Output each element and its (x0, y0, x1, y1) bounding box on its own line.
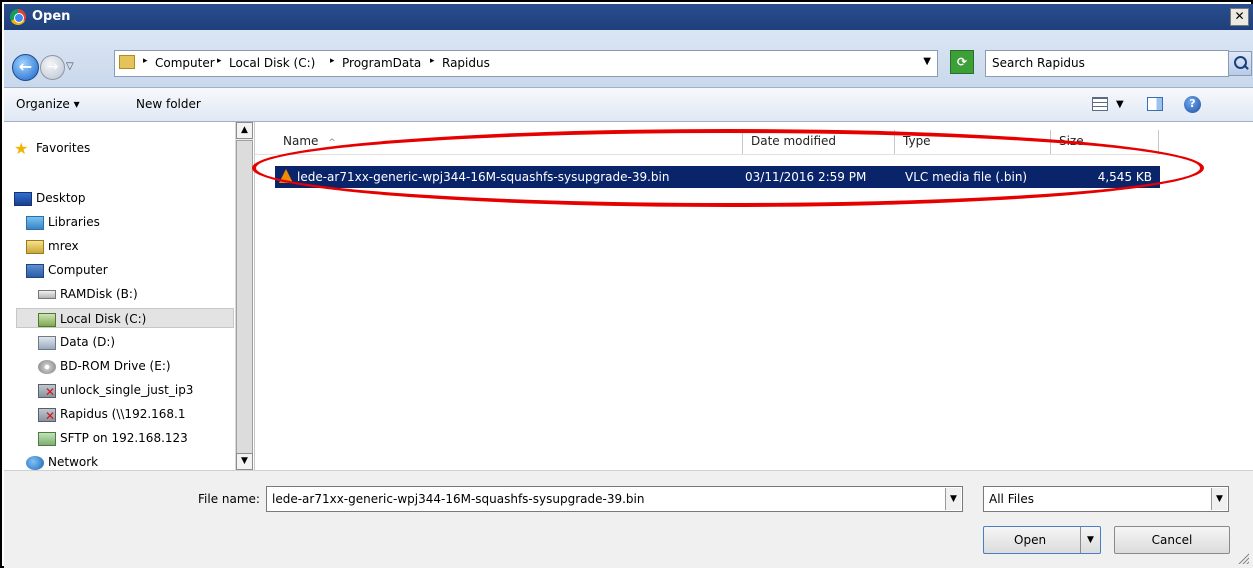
column-header-name[interactable]: Name ^ (275, 130, 743, 154)
scroll-thumb[interactable] (236, 140, 253, 460)
chrome-icon (10, 9, 26, 25)
filename-field[interactable]: lede-ar71xx-generic-wpj344-16M-squashfs-… (266, 486, 963, 512)
column-header-size[interactable]: Size (1051, 130, 1159, 154)
filter-value: All Files (989, 492, 1035, 506)
preview-pane-icon[interactable] (1147, 97, 1163, 111)
local-disk-icon (38, 312, 56, 327)
file-size: 4,545 KB (1097, 170, 1152, 184)
chevron-down-icon[interactable]: ▼ (945, 488, 961, 510)
back-button[interactable]: ← (12, 54, 39, 81)
forward-button[interactable]: → (40, 55, 65, 80)
nav-item-network[interactable]: Network (26, 452, 98, 472)
navigation-pane: ★ Favorites Desktop Libraries mrex Comput… (4, 122, 235, 470)
file-selection-panel: File name: lede-ar71xx-generic-wpj344-16… (4, 470, 1253, 568)
command-bar: Organize ▾ New folder ▼ ? (4, 88, 1253, 122)
network-icon (26, 455, 44, 470)
nav-item-rapidus-share[interactable]: Rapidus (\\192.168.1 (38, 404, 186, 426)
network-drive-icon (38, 431, 56, 446)
data-drive-icon (38, 335, 56, 350)
disconnected-network-drive-icon (38, 382, 56, 402)
nav-scrollbar[interactable]: ▲ ▼ (235, 122, 253, 470)
open-button[interactable]: Open ▼ (983, 526, 1101, 554)
folder-icon (119, 55, 135, 69)
user-folder-icon (26, 239, 44, 254)
refresh-button[interactable]: ⟳ (950, 50, 974, 74)
filename-value: lede-ar71xx-generic-wpj344-16M-squashfs-… (272, 492, 645, 506)
breadcrumb-programdata[interactable]: ProgramData (342, 56, 421, 70)
breadcrumb-computer[interactable]: Computer (155, 56, 215, 70)
file-name: lede-ar71xx-generic-wpj344-16M-squashfs-… (297, 170, 670, 184)
chevron-right-icon[interactable]: ▸ (217, 56, 222, 66)
title-bar[interactable]: Open ✕ (4, 4, 1253, 30)
computer-icon (26, 263, 44, 278)
organize-button[interactable]: Organize ▾ (16, 97, 80, 111)
new-folder-button[interactable]: New folder (136, 97, 201, 111)
breadcrumb-local-disk[interactable]: Local Disk (C:) (229, 56, 315, 70)
nav-item-ramdisk[interactable]: RAMDisk (B:) (38, 284, 138, 304)
open-button-label: Open (1014, 533, 1047, 547)
address-row: ← → ▽ ▸ Computer ▸ Local Disk (C:) ▸ Pro… (4, 30, 1253, 88)
chevron-down-icon[interactable]: ▼ (1080, 527, 1100, 553)
table-row[interactable]: lede-ar71xx-generic-wpj344-16M-squashfs-… (275, 166, 1160, 188)
nav-item-mrex[interactable]: mrex (26, 236, 79, 256)
nav-item-desktop[interactable]: Desktop (14, 188, 86, 208)
nav-item-bd-rom[interactable]: BD-ROM Drive (E:) (38, 356, 171, 376)
scroll-up-icon[interactable]: ▲ (236, 122, 253, 139)
file-type: VLC media file (.bin) (905, 170, 1028, 184)
file-date: 03/11/2016 2:59 PM (745, 170, 867, 184)
chevron-right-icon[interactable]: ▸ (330, 56, 335, 66)
nav-item-data-drive[interactable]: Data (D:) (38, 332, 115, 352)
search-placeholder: Search Rapidus (992, 56, 1085, 70)
search-icon[interactable] (1228, 51, 1252, 76)
column-header-type[interactable]: Type (895, 130, 1051, 154)
chevron-down-icon[interactable]: ▼ (1211, 488, 1227, 510)
column-header-date[interactable]: Date modified (743, 130, 895, 154)
file-type-filter[interactable]: All Files ▼ (983, 486, 1229, 512)
star-icon: ★ (14, 138, 29, 158)
chevron-down-icon[interactable]: ▼ (923, 56, 931, 67)
nav-item-favorites[interactable]: ★ Favorites (14, 138, 90, 158)
nav-item-computer[interactable]: Computer (26, 260, 108, 280)
header-divider (255, 154, 1160, 155)
recent-pages-dropdown[interactable]: ▽ (66, 61, 74, 72)
desktop-icon (14, 191, 32, 206)
vlc-icon (279, 169, 293, 183)
nav-item-sftp[interactable]: SFTP on 192.168.123 (38, 428, 188, 448)
filename-label: File name: (198, 492, 260, 506)
libraries-icon (26, 215, 44, 230)
open-dialog: Open ✕ ← → ▽ ▸ Computer ▸ Local Disk (C:… (0, 0, 1253, 568)
cdrom-icon (38, 359, 56, 374)
window-title: Open (32, 9, 71, 24)
drive-icon (38, 290, 56, 299)
chevron-down-icon[interactable]: ▼ (1116, 99, 1124, 110)
cancel-button[interactable]: Cancel (1114, 526, 1230, 554)
address-bar[interactable]: ▸ Computer ▸ Local Disk (C:) ▸ ProgramDa… (114, 50, 938, 77)
resize-grip[interactable] (1237, 552, 1249, 564)
sort-ascending-icon: ^ (328, 138, 336, 148)
scroll-down-icon[interactable]: ▼ (236, 453, 253, 470)
change-view-icon[interactable] (1092, 97, 1108, 111)
nav-item-local-disk[interactable]: Local Disk (C:) (16, 308, 234, 328)
disconnected-network-drive-icon (38, 406, 56, 426)
help-icon[interactable]: ? (1184, 96, 1201, 113)
close-button[interactable]: ✕ (1230, 8, 1249, 26)
nav-item-libraries[interactable]: Libraries (26, 212, 100, 232)
search-input[interactable]: Search Rapidus (985, 50, 1229, 77)
chevron-right-icon[interactable]: ▸ (430, 56, 435, 66)
file-list: Name ^ Date modified Type Size lede-ar71… (254, 122, 1253, 470)
breadcrumb-rapidus[interactable]: Rapidus (442, 56, 490, 70)
chevron-right-icon[interactable]: ▸ (143, 56, 148, 66)
nav-item-unlock-drive[interactable]: unlock_single_just_ip3 (38, 380, 193, 402)
